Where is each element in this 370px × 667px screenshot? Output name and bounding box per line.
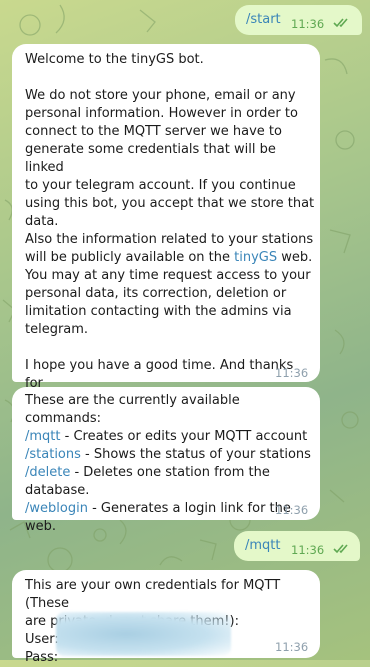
incoming-message: These are the currently available comman… bbox=[12, 387, 320, 534]
tinygs-link[interactable]: tinyGS bbox=[234, 250, 277, 265]
mqtt-command-link[interactable]: /mqtt bbox=[25, 429, 61, 444]
double-check-icon bbox=[333, 18, 348, 28]
delete-command-link[interactable]: /delete bbox=[25, 465, 70, 480]
welcome-body: We do not store your phone, email or any… bbox=[25, 88, 315, 337]
message-time: 11:36 bbox=[291, 543, 325, 557]
message-time: 11:36 bbox=[275, 366, 309, 380]
outgoing-message: /start 11:36 bbox=[235, 5, 362, 35]
outgoing-message: /mqtt 11:36 bbox=[234, 531, 360, 561]
redacted-credentials bbox=[56, 612, 231, 656]
command-item: /stations - Shows the status of your sta… bbox=[25, 447, 311, 462]
mqtt-command-link[interactable]: /mqtt bbox=[245, 537, 281, 555]
command-item: /delete - Deletes one station from the d… bbox=[25, 465, 270, 498]
weblogin-command-link[interactable]: /weblogin bbox=[25, 501, 88, 516]
message-time: 11:36 bbox=[275, 640, 309, 654]
double-check-icon bbox=[333, 544, 348, 554]
incoming-message: This are your own credentials for MQTT (… bbox=[12, 570, 320, 665]
stations-command-link[interactable]: /stations bbox=[25, 447, 81, 462]
command-item: /mqtt - Creates or edits your MQTT accou… bbox=[25, 429, 308, 444]
incoming-message: Welcome to the tinyGS bot. We do not sto… bbox=[12, 44, 320, 409]
message-time: 11:36 bbox=[291, 17, 325, 31]
start-command-link[interactable]: /start bbox=[246, 11, 281, 29]
welcome-heading: Welcome to the tinyGS bot. bbox=[25, 52, 204, 67]
commands-intro: These are the currently available comman… bbox=[25, 393, 244, 426]
message-time: 11:36 bbox=[275, 503, 309, 517]
